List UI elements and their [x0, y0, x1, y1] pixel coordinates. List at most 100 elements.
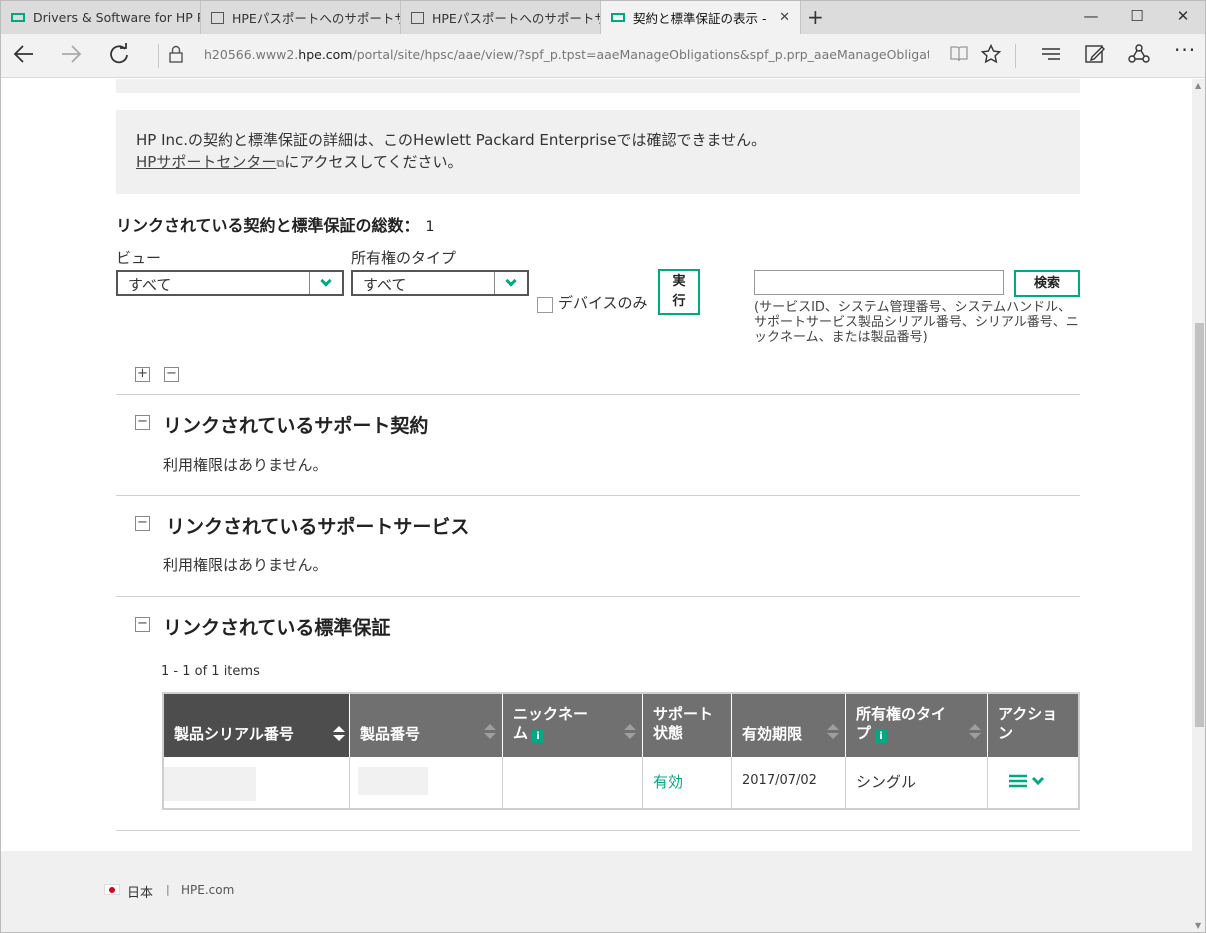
tab-drivers[interactable]: Drivers & Software for HP P	[1, 1, 201, 34]
column-label: 状態	[653, 724, 684, 742]
tab-label: 契約と標準保証の表示 -	[633, 11, 767, 26]
device-only-checkbox[interactable]	[537, 297, 553, 313]
cell-nickname	[503, 757, 643, 808]
close-tab-icon[interactable]: ✕	[779, 10, 790, 25]
collapse-section-icon[interactable]: −	[135, 516, 150, 531]
browser-window: Drivers & Software for HP P HPEパスポートへのサポ…	[0, 0, 1206, 933]
tab-contracts-active[interactable]: 契約と標準保証の表示 - ✕	[601, 1, 801, 34]
maximize-icon[interactable]: ☐	[1114, 7, 1160, 25]
column-header-support-status[interactable]: サポート 状態	[643, 694, 732, 757]
forward-icon[interactable]	[60, 43, 82, 70]
back-icon[interactable]	[13, 43, 35, 70]
chevron-down-icon	[494, 272, 527, 294]
run-button-label-2: 行	[672, 294, 686, 309]
support-services-empty: 利用権限はありません。	[163, 556, 328, 574]
share-icon[interactable]	[1128, 43, 1150, 70]
search-input[interactable]	[754, 270, 1004, 295]
hp-inc-notice: HP Inc.の契約と標準保証の詳細は、このHewlett Packard En…	[116, 110, 1080, 194]
ownership-type-select[interactable]: すべて	[351, 270, 529, 296]
nav-separator	[158, 44, 159, 68]
notice-line-2: HPサポートセンター⧉にアクセスしてください。	[136, 151, 1060, 175]
info-icon[interactable]: i	[532, 730, 545, 743]
collapse-all-icon[interactable]: −	[164, 367, 179, 382]
scroll-thumb[interactable]	[1195, 323, 1204, 727]
nav-separator	[1015, 44, 1016, 68]
support-contracts-heading[interactable]: リンクされているサポート契約	[163, 411, 428, 438]
sort-icon	[333, 726, 345, 742]
lock-icon[interactable]	[169, 45, 183, 63]
view-label: ビュー	[116, 249, 162, 267]
sort-icon	[484, 724, 496, 740]
notice-line-1: HP Inc.の契約と標準保証の詳細は、このHewlett Packard En…	[136, 131, 767, 149]
view-select-value: すべて	[128, 276, 172, 294]
collapse-section-icon[interactable]: −	[135, 415, 150, 430]
cell-expiry: 2017/07/02	[732, 757, 846, 808]
chevron-down-icon	[309, 272, 342, 294]
hp-support-center-link[interactable]: HPサポートセンター	[136, 153, 276, 171]
warranty-heading[interactable]: リンクされている標準保証	[163, 613, 390, 640]
column-header-ownership[interactable]: 所有権のタイ プi	[846, 694, 988, 757]
device-only-label: デバイスのみ	[558, 294, 648, 312]
column-label: プ	[856, 724, 872, 742]
hpe-icon	[11, 13, 25, 22]
ownership-type-label: 所有権のタイプ	[351, 249, 457, 267]
redacted-serial	[164, 767, 256, 801]
column-header-serial[interactable]: 製品シリアル番号	[164, 694, 350, 757]
total-count-value: 1	[425, 219, 435, 235]
reading-view-icon[interactable]	[949, 44, 969, 69]
page-footer: 日本 | HPE.com	[1, 851, 1192, 932]
cell-serial[interactable]	[164, 757, 350, 808]
page-icon	[411, 11, 424, 24]
column-header-expiry[interactable]: 有効期限	[732, 694, 846, 757]
cell-support-status: 有効	[643, 757, 732, 808]
minimize-icon[interactable]: —	[1068, 7, 1114, 25]
collapse-section-icon[interactable]: −	[135, 617, 150, 632]
scroll-down-icon[interactable]: ▼	[1195, 921, 1201, 930]
divider	[116, 596, 1080, 597]
tab-passport-2[interactable]: HPEパスポートへのサポートサービ	[401, 1, 601, 34]
column-header-product-number[interactable]: 製品番号	[350, 694, 503, 757]
action-menu-button[interactable]	[1009, 774, 1045, 788]
divider	[116, 830, 1080, 831]
tab-label: HPEパスポートへのサポートサービ	[432, 11, 600, 26]
refresh-icon[interactable]	[108, 43, 130, 70]
view-select[interactable]: すべて	[116, 270, 344, 296]
column-label: 製品番号	[360, 725, 421, 743]
hub-icon[interactable]	[1040, 44, 1062, 69]
cell-product-number	[350, 757, 503, 808]
country-selector[interactable]: 日本	[127, 882, 153, 901]
vertical-scrollbar[interactable]: ▲ ▼	[1192, 79, 1205, 932]
hpe-icon	[611, 13, 625, 22]
expand-all-icon[interactable]: +	[135, 367, 150, 382]
support-contracts-empty: 利用権限はありません。	[163, 456, 328, 474]
support-services-heading[interactable]: リンクされているサポートサービス	[166, 512, 469, 539]
web-note-icon[interactable]	[1084, 43, 1106, 70]
external-link-icon: ⧉	[276, 157, 285, 170]
total-count: リンクされている契約と標準保証の総数： 1	[116, 212, 434, 236]
hamburger-icon	[1009, 774, 1027, 788]
column-header-nickname[interactable]: ニックネー ムi	[503, 694, 643, 757]
new-tab-icon[interactable]: +	[807, 5, 824, 29]
run-button[interactable]: 実 行	[658, 269, 700, 315]
url-prefix: h20566.www2.	[204, 47, 299, 62]
sort-icon	[827, 724, 839, 740]
search-hint: (サービスID、システム管理番号、システムハンドル、サポートサービス製品シリアル…	[754, 300, 1079, 345]
info-icon[interactable]: i	[875, 730, 888, 743]
column-header-action: アクショ ン	[988, 694, 1078, 757]
table-header: 製品シリアル番号 製品番号 ニックネー ムi サポート 状態 有効期限 所有権の…	[164, 694, 1078, 757]
address-bar[interactable]: h20566.www2.hpe.com/portal/site/hpsc/aae…	[204, 47, 929, 62]
sort-icon	[624, 724, 636, 740]
top-banner-edge	[116, 79, 1080, 93]
hpe-com-link[interactable]: HPE.com	[181, 883, 234, 897]
column-label: サポート	[653, 705, 714, 723]
column-label: 所有権のタイ	[856, 705, 947, 723]
scroll-up-icon[interactable]: ▲	[1195, 81, 1201, 90]
redacted-product-number	[358, 767, 428, 795]
notice-line-2-text: にアクセスしてください。	[284, 153, 463, 171]
search-button[interactable]: 検索	[1014, 270, 1080, 297]
favorite-star-icon[interactable]	[980, 43, 1002, 69]
window-close-icon[interactable]: ✕	[1160, 7, 1205, 25]
tab-passport-1[interactable]: HPEパスポートへのサポートサービ	[201, 1, 401, 34]
tab-label: Drivers & Software for HP P	[33, 10, 201, 25]
more-icon[interactable]: ···	[1174, 38, 1196, 62]
